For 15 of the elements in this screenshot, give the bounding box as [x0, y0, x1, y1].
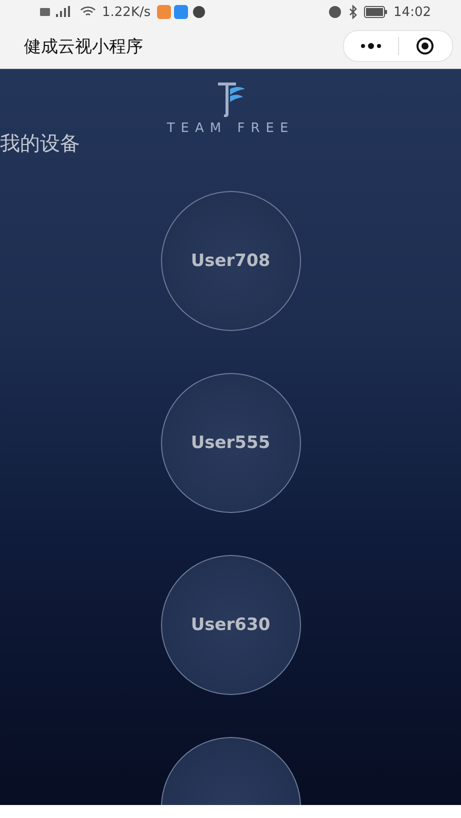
wifi-icon	[80, 6, 96, 18]
device-button[interactable]: User708	[160, 191, 300, 331]
network-speed: 1.22K/s	[102, 4, 151, 20]
device-button[interactable]: User555	[160, 373, 300, 513]
app-notification-icon	[156, 5, 207, 19]
battery-icon	[364, 6, 388, 18]
logo-text: TEAM FREE	[166, 121, 294, 136]
more-icon	[360, 43, 382, 49]
logo-icon	[216, 81, 246, 117]
clock-time: 14:02	[394, 4, 431, 20]
section-title: 我的设备	[0, 130, 80, 157]
target-icon	[416, 37, 434, 55]
bluetooth-icon	[348, 5, 358, 19]
page-title: 健成云视小程序	[24, 36, 143, 58]
device-button[interactable]: User630	[160, 555, 300, 695]
